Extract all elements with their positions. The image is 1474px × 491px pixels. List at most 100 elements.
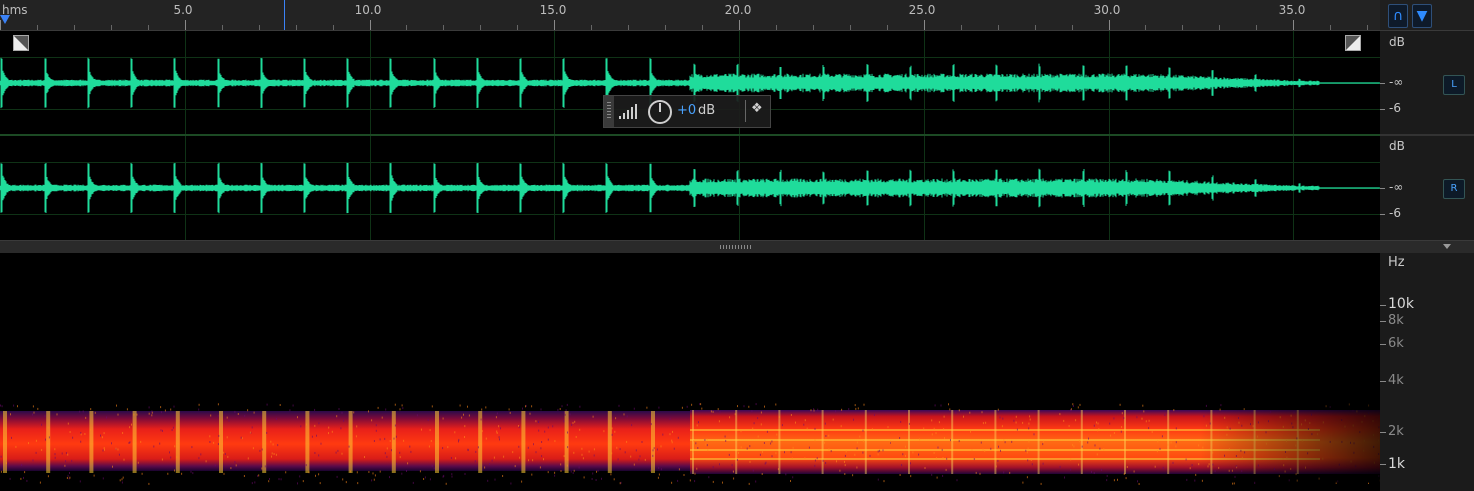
spectrogram-speckle bbox=[135, 448, 136, 451]
spectrogram-speckle bbox=[23, 476, 24, 479]
amplitude-hud[interactable]: +0 dB ❖ bbox=[603, 95, 771, 128]
spectrogram-speckle bbox=[1072, 443, 1074, 446]
spectrogram-speckle bbox=[931, 433, 933, 436]
spectrogram-speckle bbox=[399, 408, 401, 411]
spectrogram-speckle bbox=[669, 418, 671, 420]
spectrogram-speckle bbox=[1103, 448, 1105, 451]
fade-in-handle-icon[interactable] bbox=[13, 35, 29, 51]
spectrogram-speckle bbox=[945, 468, 947, 471]
spectrogram-speckle bbox=[900, 420, 902, 423]
spectrogram-speckle bbox=[477, 446, 479, 449]
spectrogram-speckle bbox=[844, 473, 846, 475]
magnet-icon[interactable]: ∩ bbox=[1388, 4, 1408, 28]
spectrogram-speckle bbox=[447, 446, 449, 449]
spectrogram-speckle bbox=[578, 466, 580, 469]
spectrogram-speckle bbox=[230, 467, 232, 470]
spectrogram-speckle bbox=[463, 413, 464, 416]
spectrogram-speckle bbox=[633, 463, 635, 466]
spectrogram-speckle bbox=[115, 447, 117, 450]
spectrogram-speckle bbox=[575, 436, 577, 438]
spectrogram-speckle bbox=[389, 476, 390, 479]
spectrogram-speckle bbox=[591, 478, 593, 480]
spectral-display[interactable] bbox=[0, 253, 1380, 491]
pin-icon[interactable]: ❖ bbox=[751, 101, 763, 116]
spectrogram-speckle bbox=[1028, 440, 1030, 443]
spectrogram-speckle bbox=[848, 408, 850, 411]
hz-tick bbox=[1380, 381, 1386, 382]
ruler-tick bbox=[258, 25, 260, 30]
amplitude-value[interactable]: +0 bbox=[677, 103, 696, 118]
spectrogram-speckle bbox=[198, 408, 200, 411]
spectrogram-speckle bbox=[1119, 403, 1121, 406]
spectrogram-speckle bbox=[592, 472, 594, 475]
spectrogram-speckle bbox=[879, 449, 881, 452]
spectrogram-speckle bbox=[122, 476, 124, 479]
spectrogram-speckle bbox=[717, 408, 719, 411]
spectrogram-speckle bbox=[318, 454, 320, 457]
spectrogram-speckle bbox=[271, 452, 273, 455]
spectrogram-speckle bbox=[547, 438, 549, 441]
spectrogram-speckle bbox=[499, 438, 500, 441]
spectrogram-speckle bbox=[1141, 417, 1143, 420]
spectrogram-speckle bbox=[1121, 426, 1123, 428]
spectrogram-speckle bbox=[825, 462, 827, 464]
spectrogram-speckle bbox=[700, 403, 702, 406]
spectrogram-speckle bbox=[451, 473, 453, 476]
spectrogram-speckle bbox=[1157, 440, 1159, 443]
spectrogram-speckle bbox=[32, 413, 33, 416]
spectrogram-speckle bbox=[502, 475, 504, 477]
spectrogram-speckle bbox=[557, 408, 559, 411]
spectrogram-speckle bbox=[474, 460, 476, 463]
playhead[interactable] bbox=[284, 0, 285, 30]
spectrogram-speckle bbox=[519, 456, 521, 459]
spectrogram-speckle bbox=[65, 452, 67, 455]
spectrogram-speckle bbox=[421, 428, 422, 431]
channel-r-button[interactable]: R bbox=[1443, 179, 1465, 199]
spectrogram-speckle bbox=[814, 464, 816, 467]
db-lower-right: -6 bbox=[1389, 206, 1401, 220]
ruler-tick bbox=[1034, 25, 1036, 30]
splitter-grip-icon[interactable] bbox=[720, 245, 752, 249]
ruler-label-15: 15.0 bbox=[539, 3, 567, 17]
spectrogram-speckle bbox=[1120, 430, 1122, 433]
ruler-tick bbox=[554, 20, 556, 30]
spectrogram-speckle bbox=[103, 432, 105, 435]
spectrogram-speckle bbox=[148, 412, 150, 415]
spectrogram-speckle bbox=[1009, 471, 1011, 474]
amplitude-knob[interactable] bbox=[648, 100, 672, 124]
spectrogram-speckle bbox=[429, 478, 431, 481]
spectrogram-speckle bbox=[935, 457, 937, 460]
spectrogram-speckle bbox=[356, 425, 358, 428]
chevron-down-icon[interactable] bbox=[1443, 244, 1451, 249]
spectrogram-onset bbox=[994, 410, 997, 474]
timeline-ruler[interactable]: hms 5.0 10.0 15.0 20.0 25.0 30.0 35.0 bbox=[0, 0, 1380, 31]
hud-grip-icon[interactable] bbox=[604, 96, 614, 127]
spectrogram-speckle bbox=[823, 468, 825, 471]
ruler-tick bbox=[886, 25, 888, 30]
spectrogram-speckle bbox=[810, 409, 812, 412]
spectrogram-speckle bbox=[869, 454, 871, 457]
spectrogram-speckle bbox=[1033, 433, 1035, 436]
waveform-display[interactable]: +0 dB ❖ bbox=[0, 31, 1380, 240]
spectrogram-speckle bbox=[948, 403, 949, 406]
spectrogram-speckle bbox=[570, 470, 572, 473]
spectrogram-speckle bbox=[840, 425, 842, 428]
spectrogram-speckle bbox=[464, 436, 465, 438]
spectrogram-speckle bbox=[755, 480, 757, 483]
marker-icon[interactable]: ▼ bbox=[1412, 4, 1432, 28]
spectrogram-speckle bbox=[160, 411, 162, 414]
spectrogram-speckle bbox=[270, 440, 272, 443]
spectrogram-speckle bbox=[776, 433, 778, 436]
spectrogram-speckle bbox=[1191, 464, 1193, 467]
spectrogram-speckle bbox=[136, 413, 138, 416]
start-marker-icon[interactable] bbox=[0, 15, 10, 24]
channel-l-button[interactable]: L bbox=[1443, 75, 1465, 95]
spectrogram-speckle bbox=[1142, 404, 1144, 407]
spectrogram-onset bbox=[521, 411, 526, 473]
fade-out-handle-icon[interactable] bbox=[1345, 35, 1361, 51]
spectrogram-speckle bbox=[377, 406, 379, 409]
spectrogram-speckle bbox=[67, 474, 69, 477]
spectrogram-speckle bbox=[1175, 445, 1177, 448]
panel-splitter[interactable] bbox=[0, 240, 1474, 254]
spectrogram-speckle bbox=[981, 411, 983, 414]
